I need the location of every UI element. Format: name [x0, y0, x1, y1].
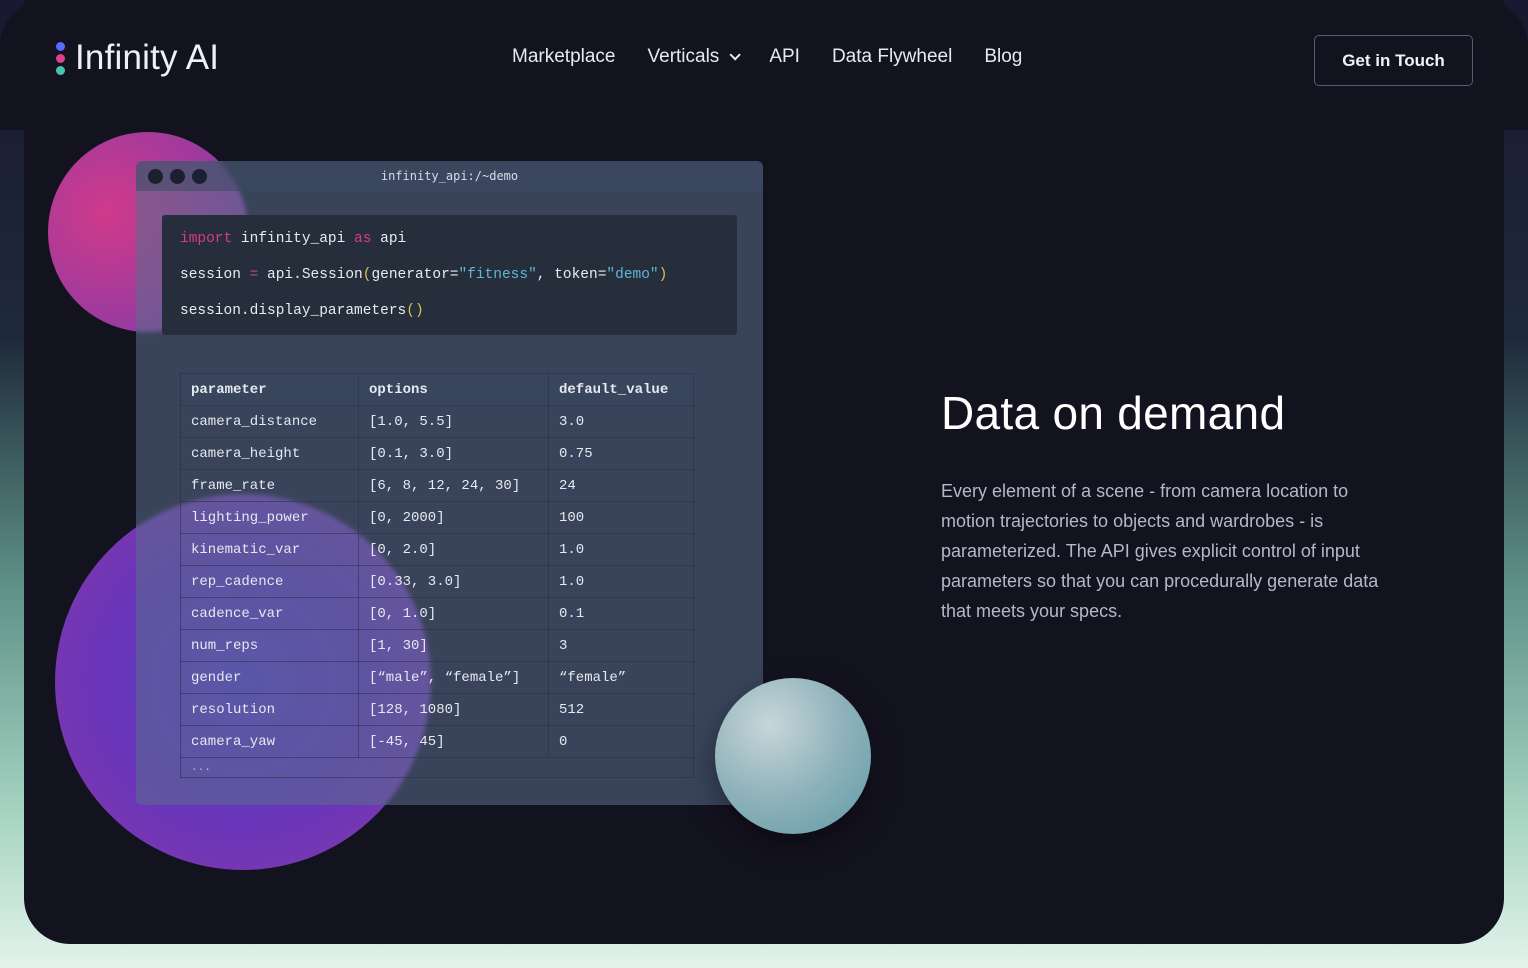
- nav-links: Marketplace Verticals API Data Flywheel …: [512, 46, 1054, 68]
- table-row: camera_distance [1.0, 5.5] 3.0: [180, 405, 694, 438]
- section-headline: Data on demand: [941, 387, 1286, 439]
- table-row-ellipsis: ...: [180, 757, 694, 778]
- table-cell: camera_height: [180, 437, 359, 470]
- table-row: gender [“male”, “female”] “female”: [180, 661, 694, 694]
- code-call: session.display_parameters: [180, 303, 407, 319]
- table-cell: cadence_var: [180, 597, 359, 630]
- table-cell: camera_yaw: [180, 725, 359, 758]
- nav-link-api[interactable]: API: [769, 46, 800, 68]
- table-cell: 100: [548, 501, 694, 534]
- table-cell: 1.0: [548, 533, 694, 566]
- table-cell: [128, 1080]: [358, 693, 549, 726]
- table-row: camera_yaw [-45, 45] 0: [180, 725, 694, 758]
- code-paren: (): [406, 303, 424, 319]
- table-cell: [1, 30]: [358, 629, 549, 662]
- table-cell: 3.0: [548, 405, 694, 438]
- table-cell: kinematic_var: [180, 533, 359, 566]
- code-keyword: as: [354, 231, 372, 247]
- code-var: session: [180, 267, 250, 283]
- table-row: rep_cadence [0.33, 3.0] 1.0: [180, 565, 694, 598]
- code-line-import: import infinity_api as api: [180, 229, 719, 265]
- table-cell: rep_cadence: [180, 565, 359, 598]
- code-line-display: session.display_parameters(): [180, 301, 719, 337]
- code-alias: api: [371, 231, 407, 247]
- table-cell: 3: [548, 629, 694, 662]
- nav-link-verticals[interactable]: Verticals: [647, 46, 742, 68]
- code-arg: generator=: [371, 267, 459, 283]
- table-cell: 0.1: [548, 597, 694, 630]
- table-header-row: parameter options default_value: [180, 373, 694, 406]
- table-row: kinematic_var [0, 2.0] 1.0: [180, 533, 694, 566]
- table-cell: 24: [548, 469, 694, 502]
- code-call: api.Session: [258, 267, 363, 283]
- table-cell: 1.0: [548, 565, 694, 598]
- parameter-table: parameter options default_value camera_d…: [180, 373, 694, 778]
- table-cell: num_reps: [180, 629, 359, 662]
- code-string: "fitness": [458, 267, 537, 283]
- table-row: cadence_var [0, 1.0] 0.1: [180, 597, 694, 630]
- code-module: infinity_api: [232, 231, 355, 247]
- logo-mark-icon: [56, 41, 65, 75]
- table-cell: 512: [548, 693, 694, 726]
- table-ellipsis: ...: [180, 757, 694, 778]
- table-cell: [0, 2.0]: [358, 533, 549, 566]
- logo[interactable]: Infinity AI: [56, 38, 219, 78]
- table-row: frame_rate [6, 8, 12, 24, 30] 24: [180, 469, 694, 502]
- table-cell: gender: [180, 661, 359, 694]
- table-cell: frame_rate: [180, 469, 359, 502]
- table-row: camera_height [0.1, 3.0] 0.75: [180, 437, 694, 470]
- top-navigation: Infinity AI Marketplace Verticals API Da…: [0, 0, 1528, 120]
- table-cell: 0: [548, 725, 694, 758]
- chevron-down-icon: [729, 49, 742, 61]
- nav-link-marketplace[interactable]: Marketplace: [512, 46, 616, 68]
- column-header: options: [358, 373, 549, 406]
- code-string: "demo": [606, 267, 659, 283]
- logo-text: Infinity AI: [75, 38, 220, 77]
- code-block: import infinity_api as api session = api…: [162, 215, 737, 335]
- code-keyword: import: [180, 231, 233, 247]
- table-cell: “female”: [548, 661, 694, 694]
- table-cell: [-45, 45]: [358, 725, 549, 758]
- nav-link-verticals-label: Verticals: [647, 46, 720, 67]
- table-cell: camera_distance: [180, 405, 359, 438]
- table-cell: [1.0, 5.5]: [358, 405, 549, 438]
- table-cell: [6, 8, 12, 24, 30]: [358, 469, 549, 502]
- terminal-title: infinity_api:/~demo: [380, 169, 519, 183]
- table-cell: lighting_power: [180, 501, 359, 534]
- table-cell: [0.33, 3.0]: [358, 565, 549, 598]
- code-arg: , token=: [536, 267, 607, 283]
- table-cell: [0.1, 3.0]: [358, 437, 549, 470]
- section-description: Every element of a scene - from camera l…: [941, 481, 1379, 621]
- table-cell: resolution: [180, 693, 359, 726]
- terminal-window: infinity_api:/~demo import infinity_api …: [136, 161, 763, 805]
- code-line-session: session = api.Session(generator="fitness…: [180, 265, 719, 301]
- table-row: resolution [128, 1080] 512: [180, 693, 694, 726]
- get-in-touch-button[interactable]: Get in Touch: [1314, 35, 1473, 86]
- nav-link-data-flywheel[interactable]: Data Flywheel: [832, 46, 952, 68]
- table-row: lighting_power [0, 2000] 100: [180, 501, 694, 534]
- terminal-title-bar: infinity_api:/~demo: [136, 161, 763, 191]
- table-cell: 0.75: [548, 437, 694, 470]
- table-cell: [“male”, “female”]: [358, 661, 549, 694]
- code-paren: ): [658, 267, 668, 283]
- column-header: default_value: [548, 373, 694, 406]
- table-cell: [0, 1.0]: [358, 597, 549, 630]
- table-row: num_reps [1, 30] 3: [180, 629, 694, 662]
- table-cell: [0, 2000]: [358, 501, 549, 534]
- nav-link-blog[interactable]: Blog: [984, 46, 1022, 68]
- column-header: parameter: [180, 373, 359, 406]
- decorative-teal-circle: [715, 678, 871, 834]
